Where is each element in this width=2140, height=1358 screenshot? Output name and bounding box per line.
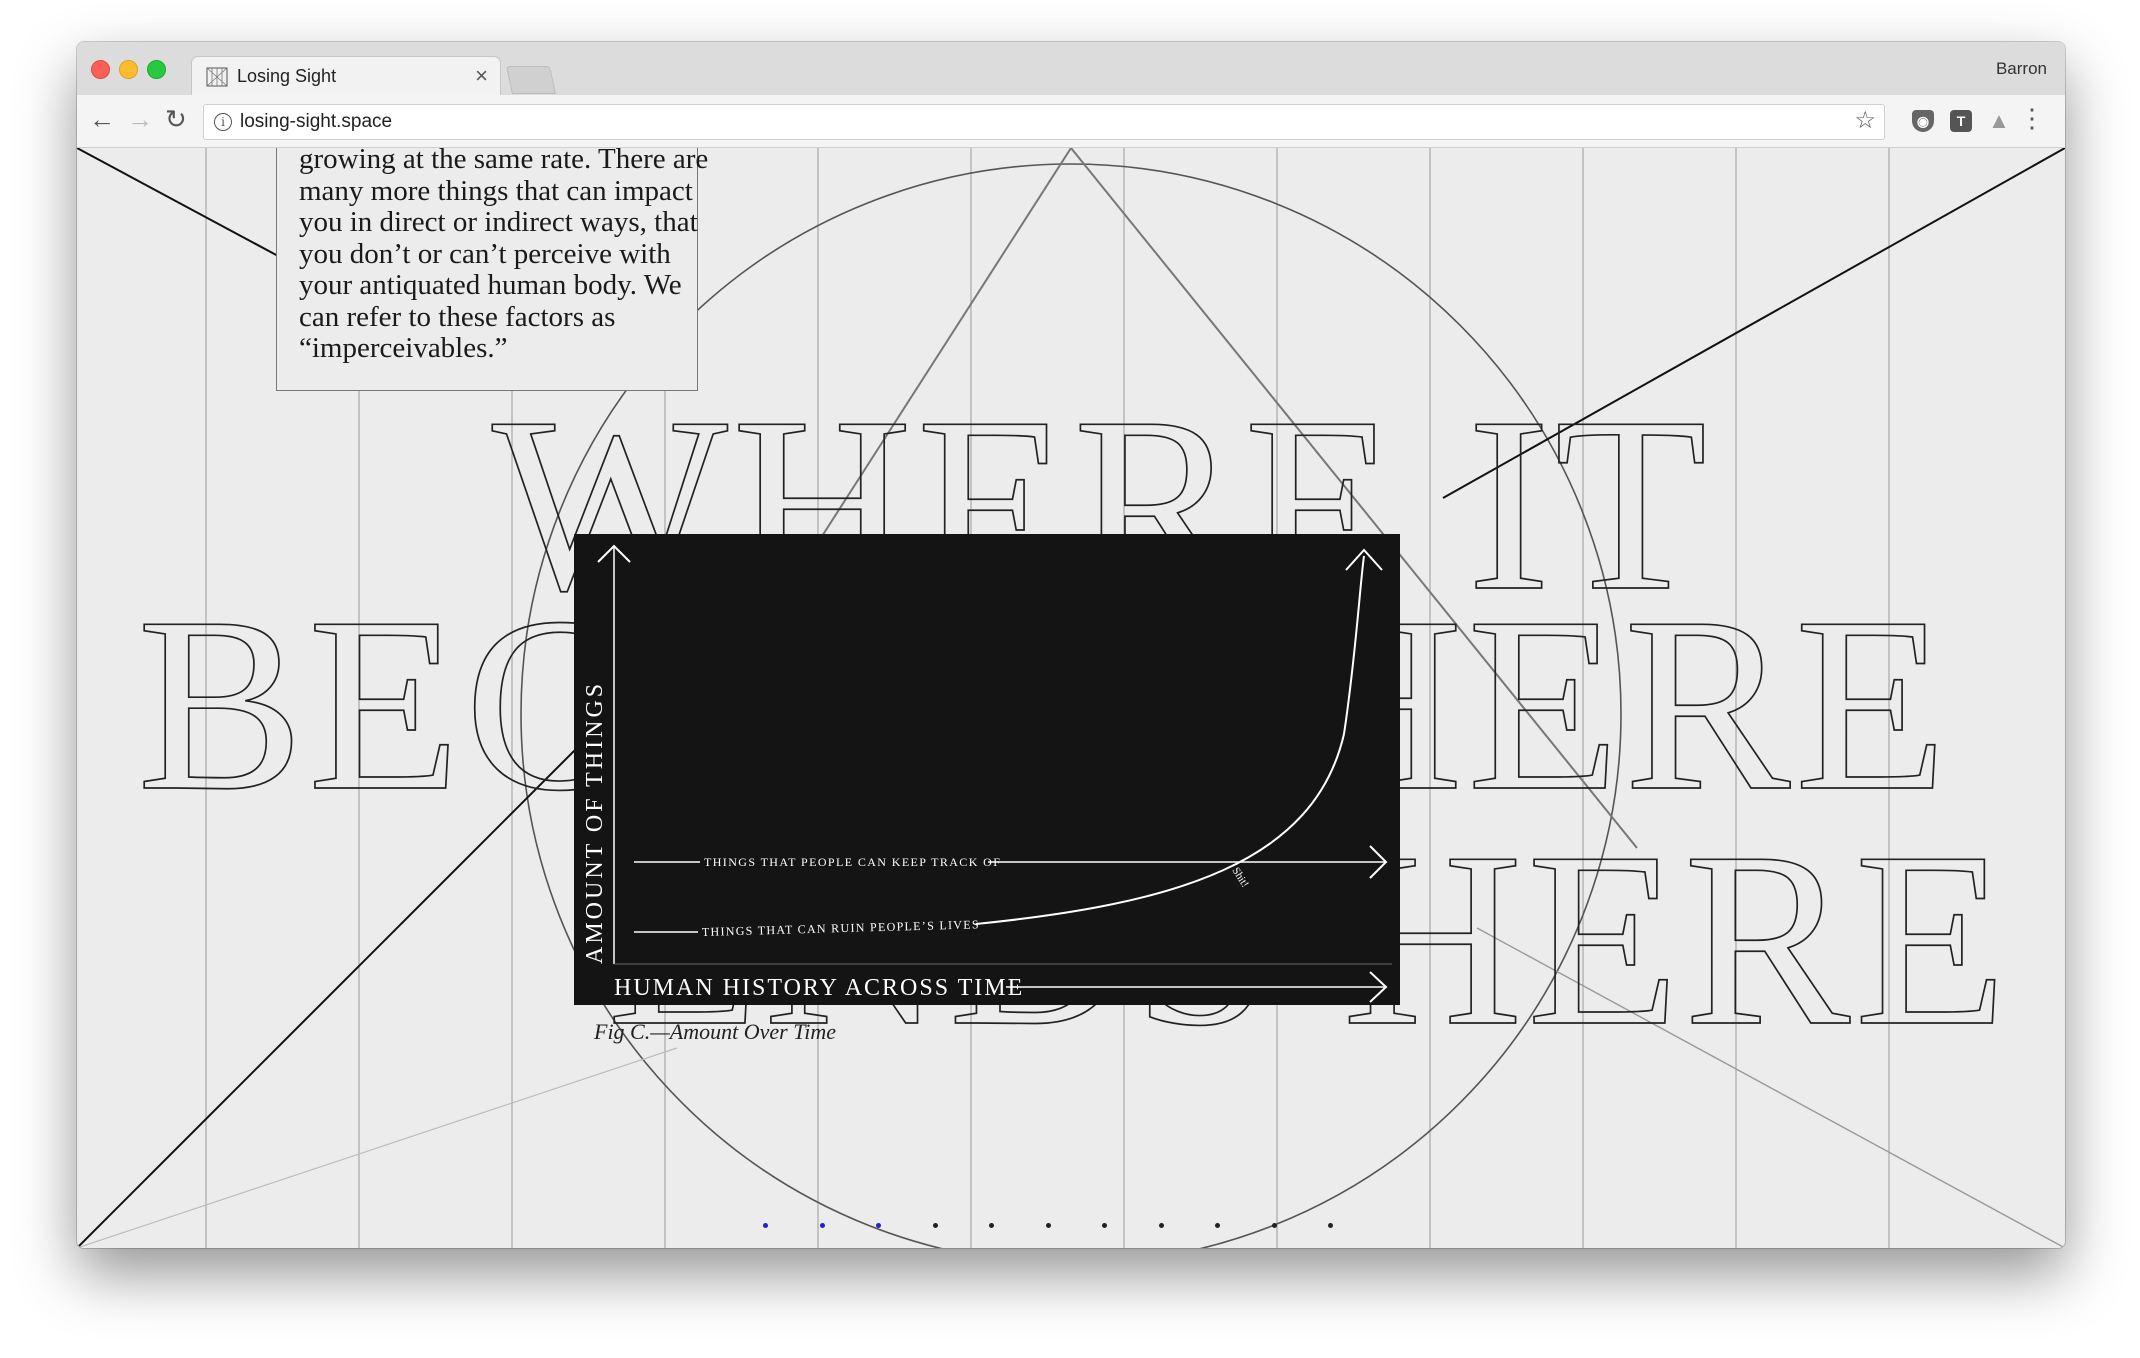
pager-dot[interactable] bbox=[1102, 1223, 1107, 1228]
pager-dot[interactable] bbox=[989, 1223, 994, 1228]
tab-close-icon[interactable]: × bbox=[475, 63, 488, 89]
maximize-window-button[interactable] bbox=[147, 60, 166, 79]
pager-dot[interactable] bbox=[1271, 1223, 1277, 1228]
series-2-label: THINGS THAT CAN RUIN PEOPLE’S LIVES bbox=[702, 917, 980, 939]
chart-figure: AMOUNT OF THINGS HUMAN HISTORY ACROSS TI… bbox=[574, 534, 1400, 1005]
drive-extension-icon[interactable]: ▲ bbox=[1988, 110, 2010, 132]
browser-tab[interactable]: Losing Sight × bbox=[191, 56, 501, 97]
article-text-box: growing at the same rate. There are many… bbox=[276, 148, 708, 391]
pager-dot[interactable] bbox=[819, 1223, 825, 1228]
title-bar: Losing Sight × Barron bbox=[77, 42, 2065, 97]
reload-icon[interactable]: ↻ bbox=[165, 104, 187, 135]
pager-dot[interactable] bbox=[876, 1223, 881, 1228]
info-icon[interactable]: i bbox=[214, 113, 232, 131]
y-axis-label: AMOUNT OF THINGS bbox=[582, 681, 608, 964]
pager-dot[interactable] bbox=[932, 1223, 938, 1228]
close-window-button[interactable] bbox=[91, 60, 110, 79]
page-content: WHERE IT BEGINS THERE ENDS HERE growing … bbox=[77, 148, 2065, 1248]
series-1-label: THINGS THAT PEOPLE CAN KEEP TRACK OF bbox=[704, 855, 1001, 869]
bookmark-star-icon[interactable]: ☆ bbox=[1854, 106, 1876, 135]
chart-svg: AMOUNT OF THINGS HUMAN HISTORY ACROSS TI… bbox=[582, 534, 1392, 1003]
series-2-curve bbox=[975, 555, 1365, 925]
pager-dot[interactable] bbox=[1215, 1223, 1220, 1228]
chart-stripes bbox=[637, 534, 1374, 734]
intersection-annotation: Shit! bbox=[1229, 865, 1251, 890]
address-bar[interactable]: i losing-sight.space ☆ bbox=[203, 104, 1885, 140]
pager-dot[interactable] bbox=[1045, 1223, 1051, 1228]
pager-dot[interactable] bbox=[763, 1223, 768, 1228]
tab-title: Losing Sight bbox=[237, 66, 337, 86]
profile-name[interactable]: Barron bbox=[1996, 59, 2047, 79]
browser-window: Losing Sight × Barron ← → ↻ i losing-sig… bbox=[77, 42, 2065, 1248]
forward-icon[interactable]: → bbox=[127, 104, 153, 135]
new-tab-button[interactable] bbox=[506, 66, 556, 94]
x-axis-label: HUMAN HISTORY ACROSS TIME bbox=[614, 975, 1024, 1001]
article-paragraph: growing at the same rate. There are many… bbox=[299, 148, 709, 364]
figure-caption: Fig C.—Amount Over Time bbox=[594, 1019, 836, 1044]
back-icon[interactable]: ← bbox=[89, 104, 115, 135]
shield-extension-icon[interactable]: ◉ bbox=[1912, 110, 1934, 132]
favicon-icon bbox=[206, 67, 228, 87]
url-text[interactable]: losing-sight.space bbox=[240, 111, 392, 133]
type-extension-icon[interactable]: T bbox=[1950, 110, 1972, 132]
menu-icon[interactable]: ⋮ bbox=[2019, 103, 2045, 134]
pager-dot[interactable] bbox=[1328, 1223, 1333, 1228]
pager-dot[interactable] bbox=[1158, 1223, 1164, 1228]
browser-toolbar: ← → ↻ i losing-sight.space ☆ ◉ T ▲ ⋮ bbox=[77, 95, 2065, 148]
minimize-window-button[interactable] bbox=[119, 60, 138, 79]
